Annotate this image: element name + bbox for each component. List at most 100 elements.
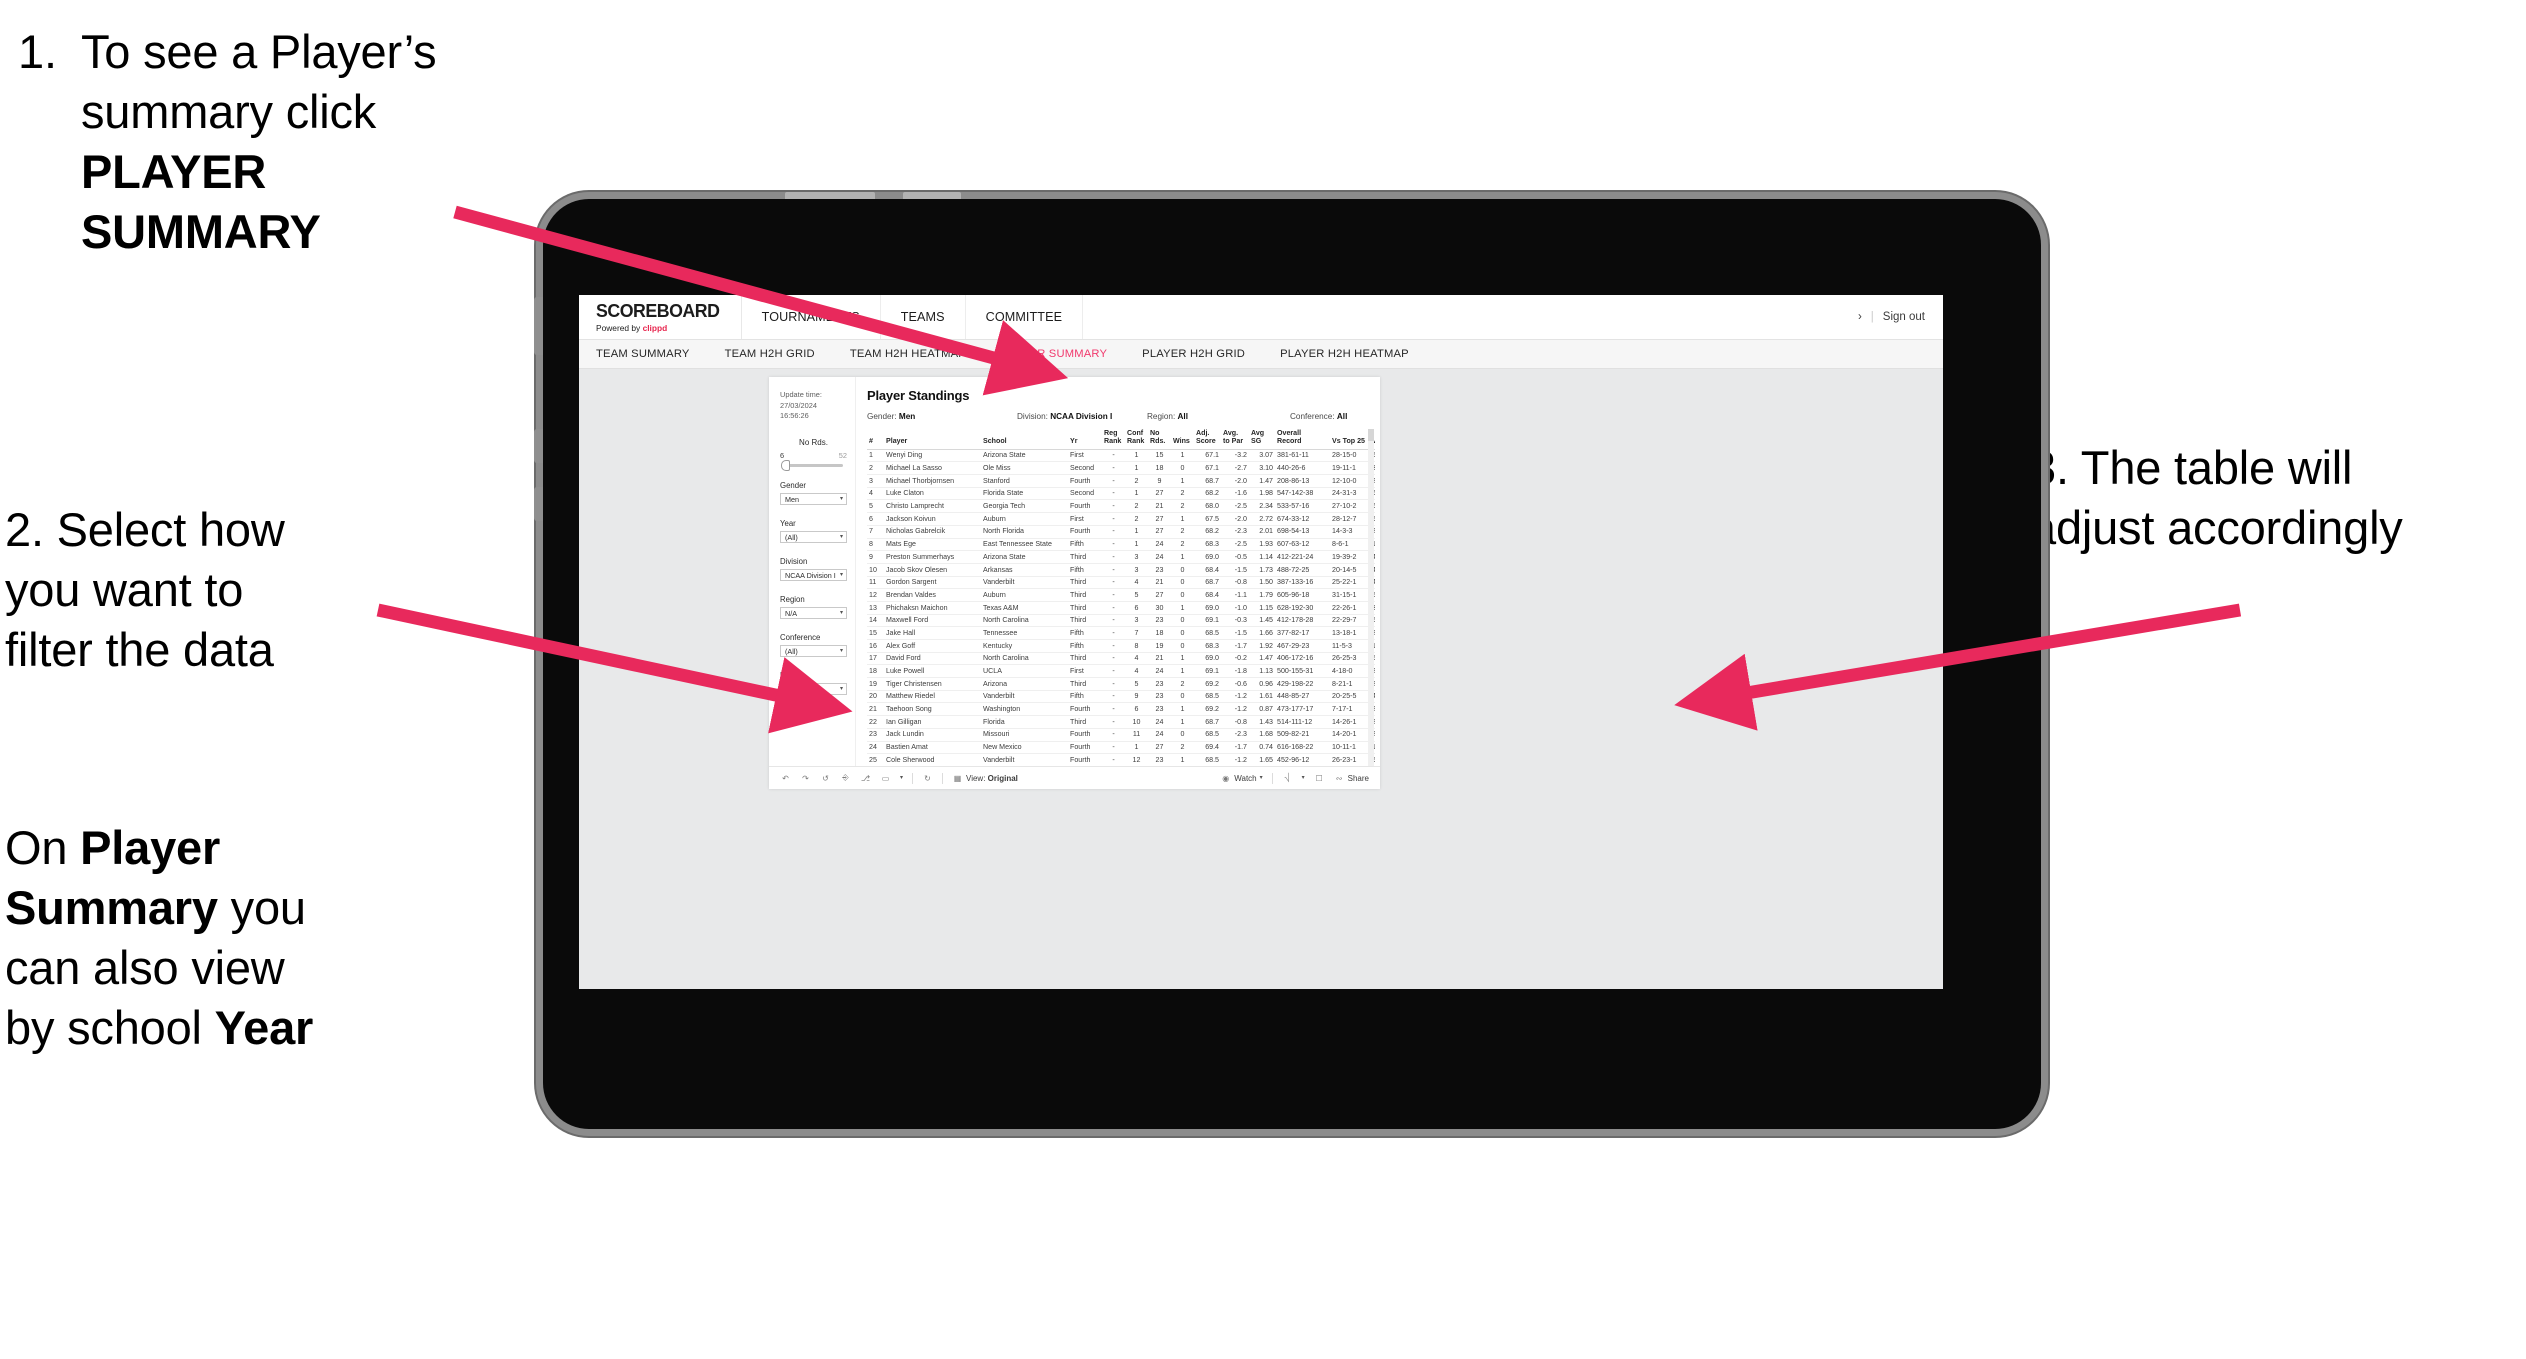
filter-conference-select[interactable]: (All) ▾ — [780, 645, 847, 658]
refresh-icon[interactable]: ⎆ — [840, 773, 851, 784]
cell-atp: -1.2 — [1221, 753, 1249, 766]
table-row[interactable]: 20 Matthew Riedel Vanderbilt Fifth -9 23 0 68.5… — [867, 690, 1375, 704]
table-row[interactable]: 15 Jake Hall Tennessee Fifth -7 18 0 68.5 -1.5 1.… — [867, 626, 1375, 641]
topnav-item-teams[interactable]: TEAMS — [881, 295, 966, 339]
cell-rec: 473-177-17 — [1275, 702, 1330, 717]
annotation-2b-line4-pre: by school — [5, 1001, 215, 1055]
cell-wins: 1 — [1171, 449, 1194, 463]
cell-t25: 10-11-1 — [1330, 741, 1370, 755]
table-row[interactable]: 16 Alex Goff Kentucky Fifth -8 19 0 68.3 -1.7 1.9… — [867, 639, 1375, 653]
col-overall-record[interactable]: Overall Record — [1275, 429, 1330, 450]
filter-no-rounds-slider[interactable]: No Rds. 6 52 — [780, 438, 847, 472]
filter-region-select[interactable]: N/A ▾ — [780, 607, 847, 620]
table-row[interactable]: 1 Wenyi Ding Arizona State First -1 15 1 67.1 -3… — [867, 449, 1375, 463]
table-row[interactable]: 14 Maxwell Ford North Carolina Third -3 23 0 69… — [867, 614, 1375, 628]
col-reg-rank[interactable]: Reg Rank — [1102, 429, 1125, 450]
view-original-button[interactable]: ▦ View: Original — [952, 773, 1018, 784]
custom-view-icon[interactable]: ▭ — [880, 773, 891, 784]
top-navigation: TOURNAMENTS TEAMS COMMITTEE — [742, 295, 1084, 339]
pause-updates-icon[interactable]: ⎇ — [860, 773, 871, 784]
undo-icon[interactable]: ↶ — [780, 773, 791, 784]
table-row[interactable]: 24 Bastien Amat New Mexico Fourth -1 27 2 69.4-… — [867, 741, 1375, 755]
cell-player: Tiger Christensen — [884, 677, 981, 691]
download-icon[interactable]: ⎷ — [1282, 773, 1293, 784]
cell-rank: 4 — [867, 487, 884, 501]
cell-nords: 21 — [1148, 499, 1171, 514]
cell-adj: 68.7 — [1194, 715, 1221, 729]
topnav-item-committee[interactable]: COMMITTEE — [966, 295, 1084, 339]
cell-school: Arizona State — [981, 550, 1068, 564]
topnav-spacer — [1083, 295, 1858, 339]
table-row[interactable]: 17 David Ford North Carolina Third -4 21 1 69.0… — [867, 652, 1375, 666]
col-player[interactable]: Player — [884, 429, 981, 450]
cell-rank: 14 — [867, 614, 884, 628]
tab-team-h2h-heatmap[interactable]: TEAM H2H HEATMAP — [850, 348, 988, 360]
col-conf-rank[interactable]: Conf Rank — [1125, 429, 1148, 450]
cell-sg: 1.13 — [1249, 664, 1275, 679]
table-row[interactable]: 23 Jack Lundin Missouri Fourth -11 24 0 68.5 -2.… — [867, 728, 1375, 742]
table-row[interactable]: 7 Nicholas Gabrelcik North Florida Fourth -1… — [867, 525, 1375, 539]
tab-team-summary[interactable]: TEAM SUMMARY — [596, 348, 712, 360]
cell-t25: 13-18-1 — [1330, 626, 1370, 641]
cell-atp: -0.8 — [1221, 576, 1249, 590]
table-row[interactable]: 11 Gordon Sargent Vanderbilt Third -4 21 0 68.7… — [867, 576, 1375, 590]
cell-sg: 1.14 — [1249, 550, 1275, 564]
table-row[interactable]: 3 Michael Thorbjornsen Stanford Fourth -2 9 1 6… — [867, 474, 1375, 488]
watch-button[interactable]: ◉ Watch ▾ — [1220, 773, 1262, 784]
table-scrollbar[interactable] — [1368, 429, 1374, 766]
cell-nords: 9 — [1148, 474, 1171, 488]
filter-gender-label: Gender — [780, 481, 807, 491]
brand-title: SCOREBOARD — [596, 300, 720, 322]
col-avg-sg[interactable]: Avg SG — [1249, 429, 1275, 450]
tab-team-h2h-grid[interactable]: TEAM H2H GRID — [725, 348, 837, 360]
history-icon[interactable]: ↻ — [922, 773, 933, 784]
filter-year-select[interactable]: (All) ▾ — [780, 531, 847, 544]
chevron-right-icon[interactable]: › — [1858, 311, 1862, 323]
table-row[interactable]: 4 Luke Claton Florida State Second -1 27 2 68.2… — [867, 487, 1375, 501]
fullscreen-icon[interactable]: ☐ — [1314, 773, 1325, 784]
col-school[interactable]: School — [981, 429, 1068, 450]
filter-player-select[interactable]: (All) ▾ — [780, 683, 847, 696]
filter-year-value: (All) — [785, 532, 798, 542]
filter-division-select[interactable]: NCAA Division I ▾ — [780, 569, 847, 582]
table-row[interactable]: 10 Jacob Skov Olesen Arkansas Fifth -3 23 0 68.… — [867, 563, 1375, 577]
cell-school: North Carolina — [981, 652, 1068, 666]
slider-track[interactable] — [781, 460, 843, 472]
summary-division: Division: NCAA Division I — [1017, 412, 1147, 421]
table-row[interactable]: 9 Preston Summerhays Arizona State Third -3 2… — [867, 550, 1375, 564]
table-row[interactable]: 6 Jackson Koivun Auburn First -2 27 1 67.5 -2.0 2… — [867, 512, 1375, 526]
table-row[interactable]: 19 Tiger Christensen Arizona Third -5 23 2 69.2… — [867, 677, 1375, 691]
tab-player-summary[interactable]: PLAYER SUMMARY — [1001, 348, 1129, 360]
share-button[interactable]: ∾ Share — [1334, 773, 1369, 784]
chevron-down-icon[interactable]: ▾ — [1302, 775, 1305, 781]
col-wins[interactable]: Wins — [1171, 429, 1194, 450]
col-avg-to-par[interactable]: Avg. to Par — [1221, 429, 1249, 450]
chevron-down-icon[interactable]: ▾ — [900, 775, 903, 781]
col-rank[interactable]: # — [867, 429, 884, 450]
col-vs-top-25[interactable]: Vs Top 25 — [1330, 429, 1370, 450]
topnav-item-tournaments[interactable]: TOURNAMENTS — [742, 295, 881, 339]
cell-rec: 509-82-21 — [1275, 728, 1330, 742]
table-row[interactable]: 18 Luke Powell UCLA First -4 24 1 69.1 -1.8 1.13 5… — [867, 664, 1375, 679]
table-row[interactable]: 21 Taehoon Song Washington Fourth -6 23 1 69.2-… — [867, 702, 1375, 717]
cell-wins: 2 — [1171, 499, 1194, 514]
table-row[interactable]: 5 Christo Lamprecht Georgia Tech Fourth -2 21… — [867, 499, 1375, 514]
table-row[interactable]: 8 Mats Ege East Tennessee State Fifth -1 24 2 6… — [867, 538, 1375, 552]
revert-icon[interactable]: ↺ — [820, 773, 831, 784]
filter-gender-select[interactable]: Men ▾ — [780, 493, 847, 506]
table-row[interactable]: 13 Phichaksn Maichon Texas A&M Third -6 30 1 69… — [867, 601, 1375, 615]
col-adj-score[interactable]: Adj. Score — [1194, 429, 1221, 450]
tab-player-h2h-grid[interactable]: PLAYER H2H GRID — [1142, 348, 1267, 360]
col-no-rounds[interactable]: No Rds. — [1148, 429, 1171, 450]
redo-icon[interactable]: ↷ — [800, 773, 811, 784]
tab-player-h2h-heatmap[interactable]: PLAYER H2H HEATMAP — [1280, 348, 1431, 360]
slider-handle[interactable] — [781, 460, 790, 472]
col-year[interactable]: Yr — [1068, 429, 1102, 450]
cell-player: Jack Lundin — [884, 728, 981, 742]
table-scrollbar-thumb[interactable] — [1368, 429, 1374, 441]
table-row[interactable]: 12 Brendan Valdes Auburn Third -5 27 0 68.4 -1.1… — [867, 588, 1375, 602]
sign-out-link[interactable]: Sign out — [1883, 311, 1925, 323]
table-row[interactable]: 25 Cole Sherwood Vanderbilt Fourth -12 23 1 68.… — [867, 753, 1375, 766]
table-row[interactable]: 22 Ian Gilligan Florida Third -10 24 1 68.7 -0.8… — [867, 715, 1375, 729]
table-row[interactable]: 2 Michael La Sasso Ole Miss Second -1 18 0 67.1… — [867, 461, 1375, 476]
